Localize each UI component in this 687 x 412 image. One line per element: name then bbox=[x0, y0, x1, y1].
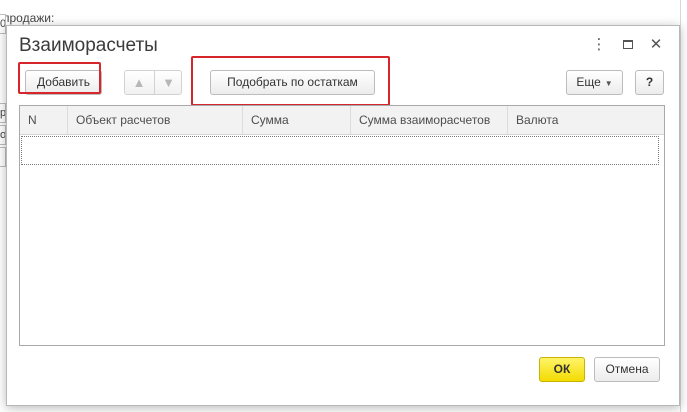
more-menu-button[interactable]: Еще ▼ bbox=[566, 70, 623, 95]
ok-button[interactable]: ОК bbox=[539, 357, 585, 382]
column-header-settlement-object[interactable]: Объект расчетов bbox=[68, 106, 243, 134]
chevron-down-icon: ▼ bbox=[604, 79, 613, 88]
add-button-highlight bbox=[18, 62, 101, 94]
more-menu-label: Еще bbox=[576, 75, 601, 89]
column-header-settlement-amount[interactable]: Сумма взаиморасчетов bbox=[351, 106, 508, 134]
table-row[interactable] bbox=[21, 136, 659, 165]
table-header: N Объект расчетов Сумма Сумма взаиморасч… bbox=[20, 106, 664, 135]
cancel-button[interactable]: Отмена bbox=[594, 357, 660, 382]
help-button[interactable]: ? bbox=[635, 70, 664, 95]
move-buttons-group: ▲ ▼ bbox=[124, 70, 182, 95]
move-down-icon[interactable]: ▼ bbox=[154, 71, 182, 94]
background-label: продажи: bbox=[3, 11, 55, 25]
column-header-currency[interactable]: Валюта bbox=[508, 106, 665, 134]
move-up-icon[interactable]: ▲ bbox=[125, 71, 153, 94]
background-divider bbox=[680, 0, 681, 412]
pick-button-highlight bbox=[191, 56, 390, 106]
settlements-dialog: Взаиморасчеты ⋮ ✕ Добавить ▲ ▼ Подобрать… bbox=[6, 25, 680, 406]
more-options-icon[interactable]: ⋮ bbox=[590, 36, 608, 54]
column-header-amount[interactable]: Сумма bbox=[243, 106, 351, 134]
close-icon[interactable]: ✕ bbox=[647, 36, 665, 54]
settlements-table[interactable]: N Объект расчетов Сумма Сумма взаиморасч… bbox=[19, 105, 665, 346]
column-header-n[interactable]: N bbox=[20, 106, 68, 134]
maximize-icon[interactable] bbox=[619, 36, 637, 54]
dialog-title: Взаиморасчеты bbox=[19, 35, 158, 56]
